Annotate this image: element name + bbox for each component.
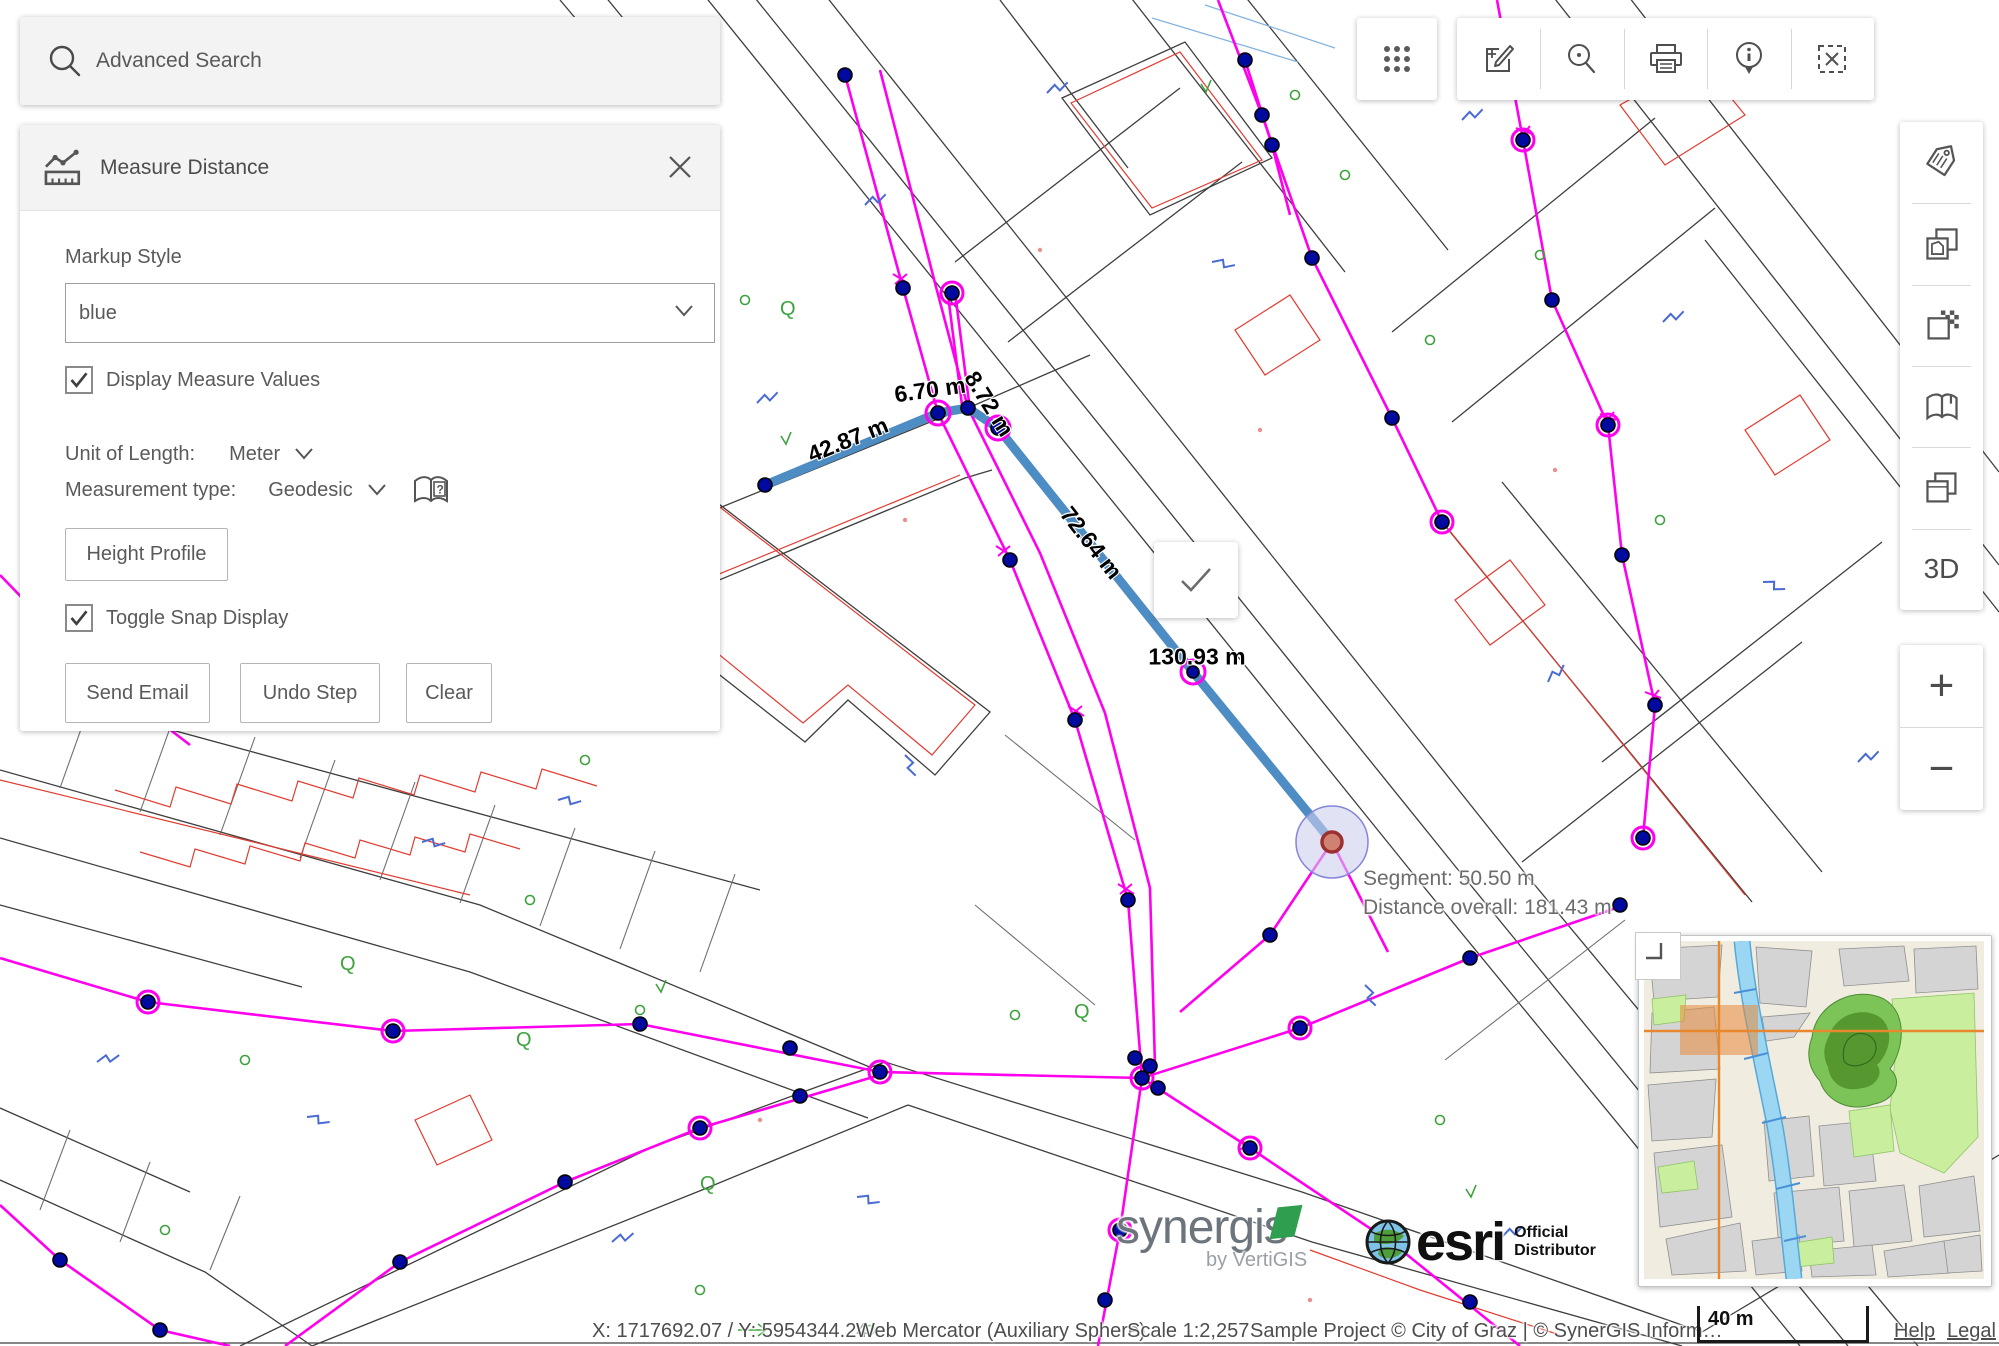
help-link[interactable]: Help <box>1894 1320 1935 1343</box>
print-button[interactable] <box>1624 18 1707 100</box>
unit-of-length-row: Unit of Length: Meter <box>65 441 314 467</box>
coordinates-readout: X: 1717692.07 / Y: 5954344.24 <box>592 1320 867 1343</box>
zoom-out-button[interactable]: − <box>1900 727 1983 810</box>
scale-label: Scale 1:2,257 <box>1127 1320 1249 1343</box>
legend-book-icon <box>1923 388 1961 426</box>
clear-button[interactable]: Clear <box>406 663 492 723</box>
close-icon <box>667 154 693 180</box>
chevron-down-icon[interactable] <box>367 483 387 497</box>
print-icon <box>1647 41 1685 77</box>
overview-map-image <box>1644 941 1984 1279</box>
panel-title: Measure Distance <box>100 156 269 180</box>
markup-style-select[interactable]: blue <box>65 283 715 343</box>
checkbox-check-icon <box>69 608 89 628</box>
svg-text:Q: Q <box>516 1029 532 1051</box>
panel-header: Measure Distance <box>20 125 720 211</box>
confirm-measurement-button[interactable] <box>1154 542 1238 618</box>
display-measure-values-checkbox[interactable] <box>65 366 93 394</box>
search-input[interactable]: Advanced Search <box>96 49 262 73</box>
toggle-snap-row[interactable]: Toggle Snap Display <box>65 604 288 632</box>
zoom-to-point-button[interactable] <box>1540 18 1623 100</box>
unit-of-length-label: Unit of Length: <box>65 443 195 466</box>
toggle-snap-label: Toggle Snap Display <box>106 607 288 630</box>
segment-distance-text: Segment: 50.50 m <box>1363 864 1612 893</box>
copy-map-icon <box>1923 469 1961 507</box>
esri-logo: esri Official Distributor <box>1364 1218 1596 1266</box>
esri-distributor-text: Official Distributor <box>1514 1224 1596 1260</box>
checkmark-icon <box>1176 561 1216 599</box>
synergis-sub-text: by VertiGIS <box>1206 1249 1307 1272</box>
toggle-snap-checkbox[interactable] <box>65 604 93 632</box>
tag-icon <box>1923 144 1961 182</box>
map-toolbar <box>1457 18 1874 100</box>
overall-distance-text: Distance overall: 181.43 m <box>1363 893 1612 922</box>
scalebar-label: 40 m <box>1708 1308 1866 1331</box>
display-measure-values-label: Display Measure Values <box>106 369 320 392</box>
display-measure-values-row[interactable]: Display Measure Values <box>65 366 320 394</box>
esri-logo-text: esri <box>1416 1218 1504 1266</box>
close-panel-button[interactable] <box>662 149 698 185</box>
measurement-type-label: Measurement type: <box>65 479 236 502</box>
edit-markup-icon <box>1481 41 1517 77</box>
compare-maps-icon <box>1923 225 1961 263</box>
send-email-button[interactable]: Send Email <box>65 663 210 723</box>
measure-distance-panel: Measure Distance Markup Style blue Displ… <box>20 125 720 731</box>
markup-style-value: blue <box>79 302 117 325</box>
svg-text:Q: Q <box>1074 1001 1090 1023</box>
measure-readout: Segment: 50.50 m Distance overall: 181.4… <box>1363 864 1612 922</box>
svg-text:Q: Q <box>340 953 356 975</box>
unit-of-length-value[interactable]: Meter <box>229 443 280 466</box>
layer-transparency-icon <box>1923 306 1961 344</box>
measure-cursor-snap-marker <box>1296 806 1368 878</box>
legal-link[interactable]: Legal <box>1947 1320 1996 1343</box>
edit-markup-button[interactable] <box>1457 18 1540 100</box>
zoom-extent-icon <box>1814 41 1850 77</box>
apps-grid-button[interactable] <box>1357 18 1437 100</box>
copy-map-button[interactable] <box>1900 447 1983 528</box>
layer-transparency-button[interactable] <box>1900 285 1983 366</box>
advanced-search-bar[interactable]: Advanced Search <box>20 17 720 105</box>
legend-book-button[interactable] <box>1900 366 1983 447</box>
esri-sub1: Official <box>1514 1224 1596 1242</box>
help-book-icon[interactable]: ? <box>411 473 451 507</box>
measurement-type-row: Measurement type: Geodesic ? <box>65 477 451 503</box>
chevron-down-icon <box>674 304 694 318</box>
zoom-extent-button[interactable] <box>1791 18 1874 100</box>
esri-sub2: Distributor <box>1514 1242 1596 1260</box>
height-profile-button[interactable]: Height Profile <box>65 528 228 581</box>
svg-text:Q: Q <box>700 1173 716 1195</box>
svg-text:Q: Q <box>780 298 796 320</box>
view-3d-label: 3D <box>1924 553 1960 585</box>
measure-total-label: 130.93 m <box>1148 644 1245 671</box>
checkbox-check-icon <box>69 370 89 390</box>
markup-style-label: Markup Style <box>65 246 182 269</box>
synergis-logo: synergis by VertiGIS <box>1116 1200 1307 1272</box>
compare-maps-button[interactable] <box>1900 203 1983 284</box>
copyright-label: Sample Project © City of Graz | © SynerG… <box>1250 1320 1723 1343</box>
tag-tool-button[interactable] <box>1900 122 1983 203</box>
search-icon <box>48 44 82 78</box>
measurement-type-value[interactable]: Geodesic <box>268 479 353 502</box>
svg-text:?: ? <box>436 483 443 497</box>
measure-distance-icon <box>42 148 84 188</box>
overview-map[interactable] <box>1638 935 1992 1287</box>
scalebar: 40 m <box>1697 1306 1869 1343</box>
projection-label: Web Mercator (Auxiliary Sphere) <box>856 1320 1146 1343</box>
zoom-to-point-icon <box>1564 41 1600 77</box>
gis-application: Q Q Q Q Q 42.87 m 6.70 m 8. <box>0 0 1999 1346</box>
zoom-in-button[interactable]: + <box>1900 645 1983 727</box>
esri-globe-icon <box>1364 1218 1412 1266</box>
undo-step-button[interactable]: Undo Step <box>240 663 380 723</box>
minimap-collapse-button[interactable] <box>1635 932 1681 980</box>
corner-arrow-icon <box>1641 938 1667 964</box>
view-3d-button[interactable]: 3D <box>1900 529 1983 610</box>
chevron-down-icon[interactable] <box>294 447 314 461</box>
info-button[interactable] <box>1707 18 1790 100</box>
side-toolbar: 3D <box>1900 122 1983 610</box>
apps-grid-icon <box>1380 42 1414 76</box>
info-icon <box>1731 40 1767 78</box>
zoom-controls: + − <box>1900 645 1983 810</box>
